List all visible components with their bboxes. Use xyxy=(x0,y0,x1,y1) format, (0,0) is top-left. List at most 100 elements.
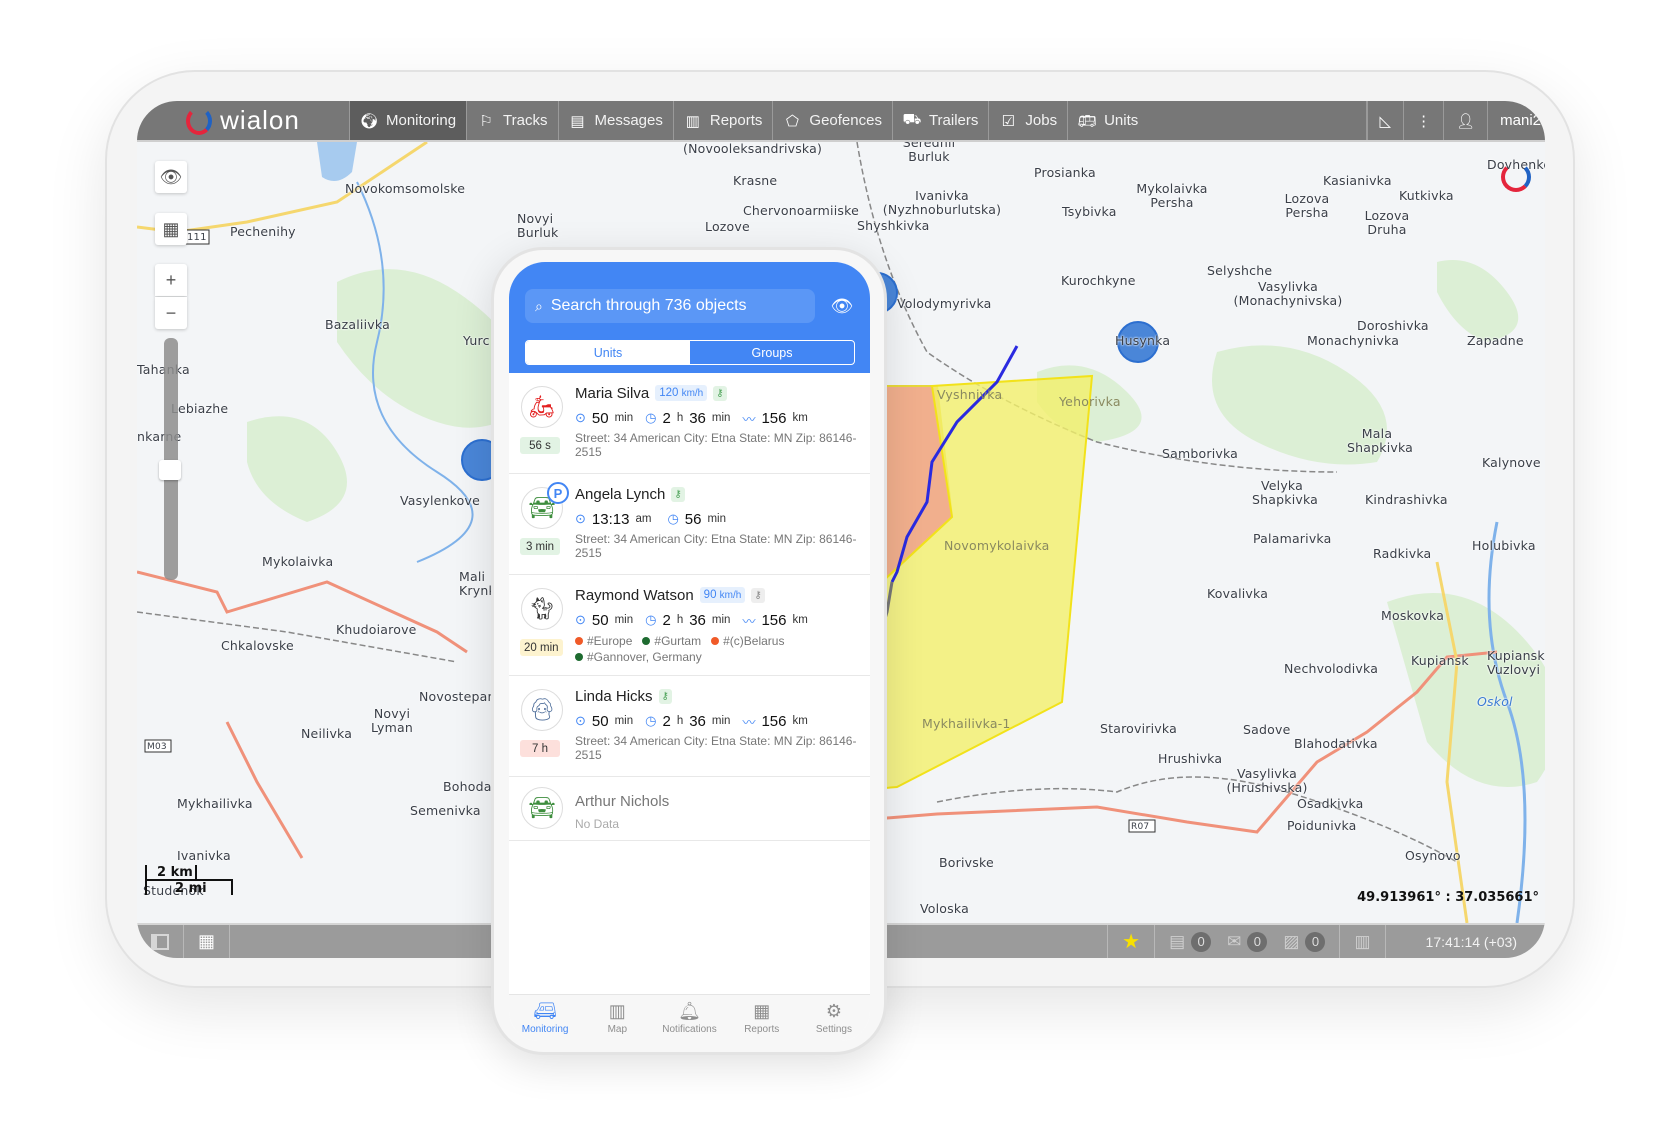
map-label: Chkalovske xyxy=(221,638,294,653)
tab-notifications[interactable]: 🔔︎ Notifications xyxy=(653,995,725,1041)
list-item[interactable]: 🚘︎ P 3 min Angela Lynch ⚷ ⊙ 13:13 am ◷ 56 mi… xyxy=(509,474,870,575)
map-label: Kovalivka xyxy=(1207,586,1269,601)
zoom-slider-track[interactable] xyxy=(164,338,178,580)
nav-monitoring[interactable]: 🌍︎ Monitoring xyxy=(349,101,467,140)
nav-reports[interactable]: ▥ Reports xyxy=(672,101,773,140)
nav-trailers[interactable]: ⛟ Trailers xyxy=(891,101,988,140)
nav-tracks[interactable]: ⚐ Tracks xyxy=(466,101,557,140)
zoom-slider-thumb[interactable] xyxy=(159,460,181,480)
map-label: Novostepan xyxy=(419,689,496,704)
unit-stats: ⊙ 50 min ◷ 2 h 36 min 〰 156 km xyxy=(575,712,808,730)
tab-monitoring[interactable]: 🚐︎ Monitoring xyxy=(509,995,581,1041)
map-label: Zapadne xyxy=(1467,333,1524,348)
last-message-age: 20 min xyxy=(520,639,563,656)
map-label: Pechenihy xyxy=(230,224,296,239)
speed-badge: 90 km/h xyxy=(699,587,746,603)
measure-tool-button[interactable]: ◺ xyxy=(1366,101,1404,140)
tag[interactable]: #Gannover, Germany xyxy=(575,650,702,664)
eye-icon[interactable]: 👁︎ xyxy=(831,296,854,316)
tag[interactable]: #Gurtam xyxy=(642,634,701,648)
map-label: Velyka Shapkivka xyxy=(1252,478,1319,507)
unit-name: Linda Hicks xyxy=(575,687,653,705)
play-circle-icon: ⊙ xyxy=(575,511,586,526)
map-label: Vyshnivka xyxy=(937,387,1003,402)
top-navigation: wialon 🌍︎ Monitoring ⚐ Tracks ▤ Messages ▥ R… xyxy=(137,101,1545,142)
counters: ▤ 0 ✉ 0 ▨ 0 xyxy=(1154,925,1339,958)
nav-units[interactable]: 🚌︎ Units xyxy=(1067,101,1148,140)
user-button[interactable]: 👤︎ xyxy=(1443,101,1487,140)
map-label: Blahodativka xyxy=(1294,736,1378,751)
tab-reports[interactable]: ▦ Reports xyxy=(726,995,798,1041)
mail-forward-icon[interactable]: ✉ xyxy=(1227,932,1241,952)
tab-units[interactable]: Units xyxy=(526,341,690,364)
map-label: Yurc xyxy=(463,333,490,348)
nav-jobs[interactable]: ☑ Jobs xyxy=(988,101,1067,140)
scale-mi: 2 mi xyxy=(145,879,233,896)
visibility-toggle-button[interactable]: 👁︎ xyxy=(155,161,187,193)
list-item[interactable]: 🐈︎ 20 min Raymond Watson 90 km/h ⚷ ⊙ 50 mi… xyxy=(509,575,870,676)
apps-grid-button[interactable]: ▦ xyxy=(184,925,231,958)
tag[interactable]: #Europe xyxy=(575,634,632,648)
search-input[interactable]: ⌕ Search through 736 objects xyxy=(525,289,815,323)
table-icon: ▦ xyxy=(753,1000,771,1021)
map-label: Poidunivka xyxy=(1287,818,1357,833)
list-item[interactable]: 🛵︎ 56 s Maria Silva 120 km/h ⚷ ⊙ 50 min ◷ 2… xyxy=(509,373,870,474)
list-item[interactable]: 🚘︎ Arthur Nichols No Data xyxy=(509,777,870,841)
mileage-icon: 〰 xyxy=(742,613,756,629)
clipboard-chart-icon: ▥ xyxy=(685,112,700,130)
map-layers-button[interactable]: ▦ xyxy=(155,213,187,245)
map-label: Serednii Burluk xyxy=(902,142,956,164)
tab-map[interactable]: ▥ Map xyxy=(581,995,653,1041)
clock-icon: ◷ xyxy=(645,713,657,728)
wialon-logo[interactable]: wialon xyxy=(137,101,349,140)
map-label: Tsybivka xyxy=(1062,204,1117,219)
map-icon: ▦ xyxy=(162,218,180,239)
unit-name: Arthur Nichols xyxy=(575,792,670,810)
tab-groups[interactable]: Groups xyxy=(690,341,854,364)
panel-toggle-button[interactable] xyxy=(137,925,184,958)
messages-icon[interactable]: ▤ xyxy=(1169,932,1185,952)
zoom-in-button[interactable]: + xyxy=(155,264,187,296)
nav-messages[interactable]: ▤ Messages xyxy=(557,101,673,140)
map-label: Vasylivka (Hrushivska) xyxy=(1226,766,1308,795)
map-label: Bohoda xyxy=(443,779,492,794)
map-label: Bazaliivka xyxy=(325,317,390,332)
cursor-coordinates: 49.913961° : 37.035661° xyxy=(1357,890,1539,905)
tab-settings[interactable]: ⚙ Settings xyxy=(798,995,870,1041)
map-label: Prosianka xyxy=(1034,165,1096,180)
map-label: Mykhailivka-1 xyxy=(922,716,1011,731)
nav-geofences[interactable]: ⬠ Geofences xyxy=(772,101,892,140)
unit-tags: #Europe #Gurtam #(c)Belarus #Gannover, G… xyxy=(575,633,862,673)
phone-header: ⌕ Search through 736 objects 👁︎ Units Gr… xyxy=(509,262,870,373)
ignition-key-icon: ⚷ xyxy=(713,385,727,401)
favorites-button[interactable]: ★ xyxy=(1107,925,1154,958)
layout-icon: ▥ xyxy=(1354,931,1371,951)
map-label: Doroshivka xyxy=(1357,318,1429,333)
image-icon[interactable]: ▨ xyxy=(1283,932,1299,952)
sidebar-panel-icon xyxy=(151,933,169,950)
layout-button[interactable]: ▥ xyxy=(1339,925,1384,958)
search-placeholder: Search through 736 objects xyxy=(550,297,747,314)
tag[interactable]: #(c)Belarus xyxy=(711,634,784,648)
map-label: Chervonoarmiiske xyxy=(743,203,859,218)
map-label: Osynovo xyxy=(1405,848,1461,863)
status-right: ★ ▤ 0 ✉ 0 ▨ 0 ▥ 17:41:14 (+03) xyxy=(1107,925,1545,958)
map-label: Kindrashivka xyxy=(1365,492,1448,507)
more-menu-button[interactable]: ⋮ xyxy=(1403,101,1443,140)
map-label: Kurochkyne xyxy=(1061,273,1136,288)
map-label: Moskovka xyxy=(1381,608,1445,623)
list-item[interactable]: 👵︎ 7 h Linda Hicks ⚷ ⊙ 50 min ◷ 2 h 36 min 〰 15… xyxy=(509,676,870,777)
map-label: Krasne xyxy=(733,173,778,188)
nav-spacer xyxy=(1148,101,1367,140)
gear-icon: ⚙ xyxy=(825,1000,842,1021)
map-label: Lozova Persha xyxy=(1284,191,1330,220)
map-label: Novokomsomolske xyxy=(345,181,466,196)
map-scale: 2 km 2 mi xyxy=(145,865,233,896)
username[interactable]: mani2 xyxy=(1487,101,1545,140)
map-label: Hrushivka xyxy=(1158,751,1223,766)
map-label: Kasianivka xyxy=(1323,173,1392,188)
zoom-out-button[interactable]: − xyxy=(155,297,187,329)
polygon-icon: ⬠ xyxy=(785,112,799,130)
map-label: Starovirivka xyxy=(1100,721,1177,736)
car-icon: 🚘︎ xyxy=(521,787,563,829)
